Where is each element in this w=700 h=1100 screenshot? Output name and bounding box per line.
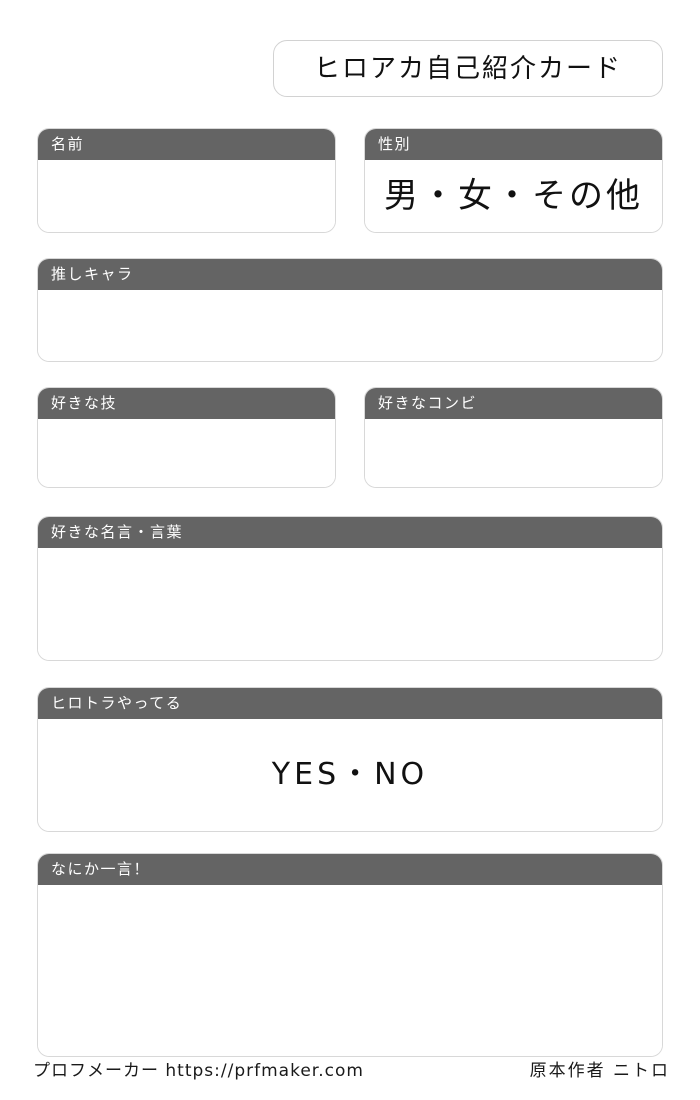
field-comment-header: なにか一言！ [38,854,662,885]
field-favorite-duo[interactable]: 好きなコンビ [364,387,663,488]
field-comment[interactable]: なにか一言！ [37,853,663,1057]
footer-original-author: 原本作者 ニトロ [529,1061,670,1081]
field-favorite-move-header: 好きな技 [38,388,335,419]
field-favorite-quote-label: 好きな名言・言葉 [51,523,184,541]
page-title: ヒロアカ自己紹介カード [313,53,622,84]
footer: プロフメーカー https://prfmaker.com 原本作者 ニトロ [0,1063,700,1080]
field-favorite-move-label: 好きな技 [51,394,118,412]
field-gender-input[interactable]: 男・女・その他 [365,160,662,232]
field-name-label: 名前 [51,135,85,153]
field-hirotora[interactable]: ヒロトラやってる YES・NO [37,687,663,832]
field-favorite-move[interactable]: 好きな技 [37,387,336,488]
field-favorite-quote-input[interactable] [38,548,662,660]
field-hirotora-header: ヒロトラやってる [38,688,662,719]
card-title-pill: ヒロアカ自己紹介カード [273,40,663,97]
field-favorite-duo-input[interactable] [365,419,662,487]
field-favorite-quote[interactable]: 好きな名言・言葉 [37,516,663,661]
field-favorite-character-input[interactable] [38,290,662,361]
field-name[interactable]: 名前 [37,128,336,233]
field-name-input[interactable] [38,160,335,232]
field-favorite-character-label: 推しキャラ [51,265,134,283]
field-favorite-duo-header: 好きなコンビ [365,388,662,419]
field-favorite-character-header: 推しキャラ [38,259,662,290]
field-gender-value: 男・女・その他 [384,176,643,216]
field-gender[interactable]: 性別 男・女・その他 [364,128,663,233]
field-favorite-character[interactable]: 推しキャラ [37,258,663,362]
field-favorite-move-input[interactable] [38,419,335,487]
field-favorite-quote-header: 好きな名言・言葉 [38,517,662,548]
field-name-header: 名前 [38,129,335,160]
profile-card-sheet: ヒロアカ自己紹介カード 名前 性別 男・女・その他 推しキャラ 好きな技 好きな… [0,0,700,1100]
field-hirotora-value: YES・NO [271,757,429,792]
field-gender-label: 性別 [378,135,412,153]
field-comment-input[interactable] [38,885,662,1056]
footer-maker-credit: プロフメーカー https://prfmaker.com [33,1061,364,1081]
field-hirotora-input[interactable]: YES・NO [38,719,662,831]
field-favorite-duo-label: 好きなコンビ [378,394,478,412]
field-comment-label: なにか一言！ [51,860,151,878]
field-hirotora-label: ヒロトラやってる [51,694,183,712]
field-gender-header: 性別 [365,129,662,160]
